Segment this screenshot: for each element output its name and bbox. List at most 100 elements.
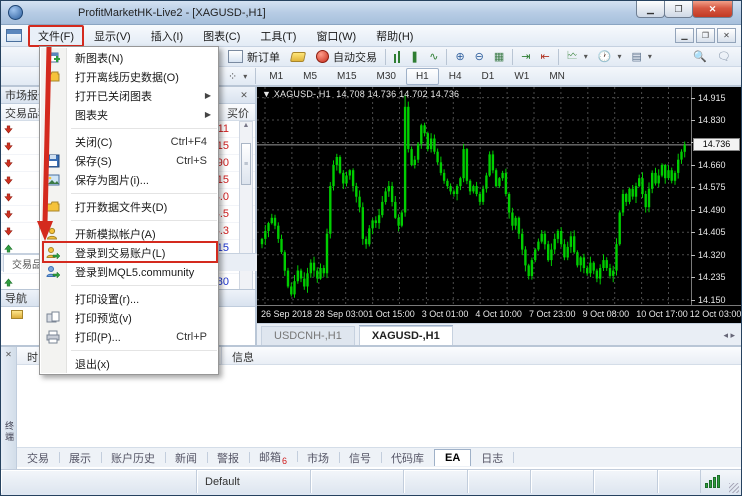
autotrade-button[interactable]: 自动交易 (311, 48, 382, 66)
indicators-button[interactable]: 🗠▾ (562, 46, 593, 67)
price-tick-label: 14.150 (698, 295, 726, 305)
menu-item-label: 打开数据文件夹(D) (75, 199, 167, 215)
terminal-tabs: 交易展示账户历史新闻警报邮箱6市场信号代码库EA日志 (17, 447, 742, 467)
terminal-side-strip: ✕ 终端 (1, 347, 17, 469)
file-menu-item-13[interactable]: 登录到MQL5.community (41, 262, 217, 281)
line-chart-mode-button[interactable]: ∿ (424, 49, 443, 64)
file-menu-item-16[interactable]: 打印预览(v) (41, 308, 217, 327)
file-menu-item-17[interactable]: 打印(P)...Ctrl+P (41, 327, 217, 346)
menu-bar: 文件(F)显示(V)插入(I)图表(C)工具(T)窗口(W)帮助(H) ▁ ❐ … (1, 25, 741, 47)
status-segment-2 (311, 470, 404, 493)
timeframe-m5[interactable]: M5 (293, 68, 327, 85)
chart-shift-button[interactable]: ⇤ (536, 49, 555, 64)
file-menu-item-2[interactable]: 打开已关闭图表▶ (41, 86, 217, 105)
terminal-tab-邮箱[interactable]: 邮箱6 (249, 447, 297, 468)
terminal-tab-账户历史[interactable]: 账户历史 (101, 448, 165, 468)
file-menu-item-1[interactable]: 打开离线历史数据(O) (41, 67, 217, 86)
menu-item-5[interactable]: 窗口(W) (306, 25, 366, 47)
bar-chart-mode-button[interactable] (389, 50, 405, 64)
terminal-tab-日志[interactable]: 日志 (471, 448, 513, 468)
chat-icon[interactable]: 🗨 (717, 50, 731, 63)
search-icon[interactable]: 🔍 (693, 50, 707, 63)
minimize-button[interactable]: ▁ (636, 1, 665, 18)
tile-windows-button[interactable]: ▦ (489, 49, 509, 64)
mdi-minimize-button[interactable]: ▁ (675, 28, 694, 43)
timeframe-w1[interactable]: W1 (504, 68, 539, 85)
file-menu-item-6[interactable]: 保存(S)Ctrl+S (41, 151, 217, 170)
auto-scroll-button[interactable]: ⇥ (516, 49, 535, 64)
candlestick-mode-button[interactable]: ❚ (405, 49, 424, 64)
file-menu-item-11[interactable]: 开新模拟帐户(A) (41, 224, 217, 243)
up-arrow-icon (4, 278, 13, 287)
menu-separator (41, 346, 217, 354)
price-tick-label: 14.915 (698, 93, 726, 103)
menu-item-6[interactable]: 帮助(H) (366, 25, 423, 47)
chart-plot-area[interactable] (257, 87, 691, 305)
file-menu-item-12[interactable]: 登录到交易账户(L) (41, 243, 217, 262)
new-order-icon (228, 50, 243, 63)
printer-icon (46, 330, 60, 344)
timeframe-d1[interactable]: D1 (472, 68, 505, 85)
file-menu-item-9[interactable]: 打开数据文件夹(D) (41, 197, 217, 216)
terminal-message-column[interactable]: 信息 (222, 347, 742, 364)
menu-item-1[interactable]: 显示(V) (84, 25, 141, 47)
file-menu-item-0[interactable]: 新图表(N) (41, 48, 217, 67)
terminal-tab-新闻[interactable]: 新闻 (165, 448, 207, 468)
time-axis[interactable]: 26 Sep 201828 Sep 03:001 Oct 15:003 Oct … (257, 305, 742, 323)
chart-tab-xagusdh1[interactable]: XAGUSD-,H1 (359, 326, 453, 345)
restore-button[interactable]: ❐ (664, 1, 693, 18)
close-button[interactable]: ✕ (692, 1, 733, 18)
periods-button[interactable]: 🕐▾ (593, 49, 627, 64)
down-arrow-icon (4, 210, 13, 219)
chart-tab-bar: USDCNH-,H1XAGUSD-,H1 ◂ ▸ (257, 323, 742, 345)
timeframe-m30[interactable]: M30 (367, 68, 406, 85)
folder-icon (11, 310, 23, 319)
timeframe-h4[interactable]: H4 (439, 68, 472, 85)
chart-window[interactable]: ▼ XAGUSD-,H1 14.708 14.736 14.702 14.736… (257, 87, 742, 323)
terminal-tab-交易[interactable]: 交易 (17, 448, 59, 468)
menu-item-label: 登录到交易账户(L) (75, 245, 165, 261)
mdi-close-button[interactable]: ✕ (717, 28, 736, 43)
zoom-out-button[interactable]: ⊖ (470, 49, 489, 64)
time-tick-label: 28 Sep 03:00 (315, 309, 369, 319)
market-watch-scrollbar[interactable]: ▲ ≡ (239, 121, 253, 311)
terminal-tab-警报[interactable]: 警报 (207, 448, 249, 468)
templates-button[interactable]: ▤▾ (627, 49, 657, 64)
timeframe-mn[interactable]: MN (539, 68, 575, 85)
menu-item-label: 打开离线历史数据(O) (75, 69, 179, 85)
account-mql5-icon (46, 265, 60, 279)
chart-tab-scroll-arrows[interactable]: ◂ ▸ (723, 330, 735, 345)
file-menu-item-19[interactable]: 退出(x) (41, 354, 217, 373)
menu-item-3[interactable]: 图表(C) (193, 25, 250, 47)
resize-grip[interactable] (729, 483, 739, 493)
new-order-button[interactable]: 新订单 (223, 48, 285, 66)
timeframe-h1[interactable]: H1 (406, 68, 439, 85)
terminal-close-icon[interactable]: ✕ (1, 347, 16, 359)
chart-tab-usdcnhh1[interactable]: USDCNH-,H1 (261, 326, 355, 345)
new-chart-icon (46, 51, 60, 65)
terminal-tab-市场[interactable]: 市场 (297, 448, 339, 468)
line-studies-button[interactable]: ⁘▾ (223, 69, 252, 84)
zoom-in-button[interactable]: ⊕ (450, 49, 469, 64)
price-tick-label: 14.235 (698, 272, 726, 282)
menu-item-2[interactable]: 插入(I) (141, 25, 193, 47)
terminal-tab-信号[interactable]: 信号 (339, 448, 381, 468)
price-axis[interactable]: 14.91514.83014.74514.66014.57514.49014.4… (691, 87, 742, 305)
menu-item-file[interactable]: 文件(F) (28, 25, 84, 47)
menu-item-4[interactable]: 工具(T) (250, 25, 306, 47)
file-menu-item-15[interactable]: 打印设置(r)... (41, 289, 217, 308)
status-bar: Default (1, 469, 742, 493)
file-menu-item-5[interactable]: 关闭(C)Ctrl+F4 (41, 132, 217, 151)
terminal-tab-ea[interactable]: EA (434, 449, 471, 466)
timeframe-m15[interactable]: M15 (327, 68, 366, 85)
mdi-restore-button[interactable]: ❐ (696, 28, 715, 43)
chart-window-icon (6, 29, 22, 42)
timeframe-m1[interactable]: M1 (259, 68, 293, 85)
chart-collapse-icon[interactable]: ▼ (262, 89, 274, 99)
file-menu-item-7[interactable]: 保存为图片(i)... (41, 170, 217, 189)
terminal-tab-代码库[interactable]: 代码库 (381, 448, 434, 468)
market-watch-close-icon[interactable]: ✕ (237, 90, 251, 101)
file-menu-item-3[interactable]: 图表夹▶ (41, 105, 217, 124)
terminal-tab-展示[interactable]: 展示 (59, 448, 101, 468)
history-center-icon[interactable] (290, 52, 306, 62)
